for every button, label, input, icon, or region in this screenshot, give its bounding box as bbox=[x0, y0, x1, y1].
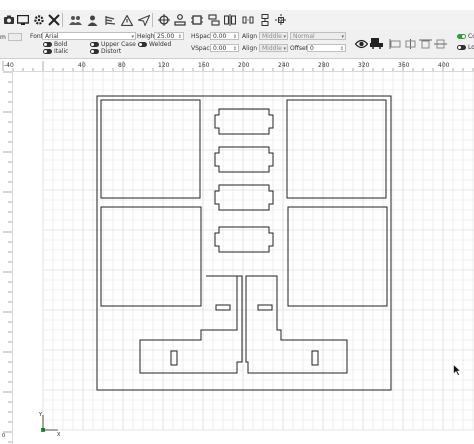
ruler-label: 0 bbox=[2, 433, 5, 439]
chevron-down-icon: ▾ bbox=[283, 46, 286, 52]
spinner-icon: ⇕ bbox=[232, 34, 237, 40]
vertical-ruler: 0 bbox=[0, 71, 13, 444]
vertical-ruler-ticks: 0 bbox=[2, 71, 12, 443]
offset-value: 0 bbox=[310, 45, 314, 52]
tab-slot-4 bbox=[214, 226, 274, 253]
hspace-value: 0.00 bbox=[213, 33, 227, 40]
uppercase-toggle[interactable] bbox=[90, 42, 99, 47]
main-toolbar bbox=[0, 10, 474, 31]
alignx-select[interactable]: Middle ▾ bbox=[259, 32, 288, 40]
tab-slot-3 bbox=[214, 184, 274, 211]
distort-toggle[interactable] bbox=[90, 49, 99, 54]
font-select[interactable]: Arial ▾ bbox=[42, 32, 136, 40]
partial-label: m bbox=[0, 34, 6, 41]
chevron-down-icon: ▾ bbox=[283, 34, 286, 40]
italic-label: Italic bbox=[54, 48, 69, 55]
offset-label: Offset bbox=[290, 45, 309, 52]
ruler-label: 120 bbox=[158, 62, 170, 69]
partial-toggle-1[interactable] bbox=[457, 34, 466, 39]
partial-toggle-2[interactable] bbox=[457, 45, 466, 50]
design-canvas[interactable]: Y X bbox=[13, 72, 474, 444]
spinner-icon: ⇕ bbox=[339, 46, 344, 52]
ruler-label: 240 bbox=[278, 62, 290, 69]
ruler-label: 200 bbox=[238, 62, 250, 69]
welded-toggle[interactable] bbox=[138, 42, 147, 47]
ruler-label: 40 bbox=[78, 62, 86, 69]
eye-icon[interactable] bbox=[354, 37, 368, 51]
panel-mid-left bbox=[100, 206, 202, 307]
welded-label: Welded bbox=[149, 41, 172, 48]
chevron-down-icon: ▾ bbox=[131, 34, 134, 40]
partial-label-lo: Lo bbox=[468, 44, 474, 51]
alignx-value: Middle bbox=[262, 33, 282, 40]
partial-dropdown[interactable] bbox=[8, 33, 22, 41]
mirror-icon[interactable] bbox=[221, 11, 239, 29]
origin-marker bbox=[41, 415, 58, 432]
network-icon[interactable] bbox=[171, 11, 189, 29]
ruler-label: 400 bbox=[438, 62, 450, 69]
text-mode-value: Normal bbox=[293, 33, 315, 40]
partial-label-co: Co bbox=[468, 33, 474, 40]
italic-toggle[interactable] bbox=[43, 49, 52, 54]
warning-icon[interactable] bbox=[118, 11, 136, 29]
horizontal-ruler-ticks: -40 40 80 120 160 200 240 280 320 360 400 bbox=[2, 61, 474, 71]
ruler-label: 280 bbox=[318, 62, 330, 69]
vspace-value: 0.00 bbox=[213, 45, 227, 52]
send-icon[interactable] bbox=[135, 11, 153, 29]
stand-right bbox=[245, 275, 348, 374]
text-options-bar: m Font Arial ▾ Height 25.00 ⇕ Bold Itali… bbox=[0, 30, 474, 59]
align-top-icon[interactable] bbox=[418, 37, 432, 51]
user-icon[interactable] bbox=[83, 11, 101, 29]
vspace-input[interactable]: 0.00 ⇕ bbox=[210, 44, 239, 52]
align-icon[interactable] bbox=[101, 11, 119, 29]
distort-label: Distort bbox=[101, 48, 122, 55]
panel-top-right bbox=[286, 99, 387, 199]
panel-top-left bbox=[100, 99, 201, 199]
spinner-icon: ⇕ bbox=[177, 34, 182, 40]
tab-slot-2 bbox=[214, 146, 274, 173]
height-input[interactable]: 25.00 ⇕ bbox=[154, 32, 184, 40]
toolbar-separator bbox=[152, 13, 153, 27]
spinner-icon: ⇕ bbox=[232, 46, 237, 52]
users-icon[interactable] bbox=[66, 11, 84, 29]
slot-right-small bbox=[257, 304, 273, 311]
font-value: Arial bbox=[45, 33, 59, 40]
align-left-icon[interactable] bbox=[388, 37, 402, 51]
car-icon[interactable] bbox=[369, 36, 383, 50]
ruler-label: 80 bbox=[118, 62, 126, 69]
ruler-label: 160 bbox=[198, 62, 210, 69]
stand-left bbox=[139, 275, 243, 374]
mouse-cursor-icon bbox=[453, 364, 461, 376]
tools-icon[interactable] bbox=[45, 11, 63, 29]
aligny-value: Middle bbox=[262, 45, 282, 52]
ruler-label: 320 bbox=[358, 62, 370, 69]
window-top-strip bbox=[0, 0, 474, 10]
toolbar-separator bbox=[62, 13, 63, 27]
ruler-label: 360 bbox=[398, 62, 410, 69]
horizontal-ruler: -40 40 80 120 160 200 240 280 320 360 400 bbox=[0, 59, 474, 72]
distribute-icon[interactable] bbox=[239, 11, 257, 29]
grid-lines bbox=[42, 72, 474, 431]
chevron-down-icon: ▾ bbox=[341, 34, 344, 40]
frame-icon[interactable] bbox=[188, 11, 206, 29]
align-middle-icon[interactable] bbox=[433, 37, 447, 51]
slot-left-vertical bbox=[170, 350, 178, 366]
x-axis-label: X bbox=[57, 432, 61, 438]
offset-input[interactable]: 0 ⇕ bbox=[307, 44, 346, 52]
bold-toggle[interactable] bbox=[43, 42, 52, 47]
text-mode-select[interactable]: Normal ▾ bbox=[290, 32, 346, 40]
aligny-select[interactable]: Middle ▾ bbox=[259, 44, 288, 52]
ruler-label: -40 bbox=[4, 62, 14, 69]
height-value: 25.00 bbox=[157, 33, 175, 40]
y-axis-label: Y bbox=[39, 412, 43, 418]
hspace-input[interactable]: 0.00 ⇕ bbox=[210, 32, 239, 40]
workspace-svg[interactable] bbox=[13, 72, 474, 444]
align-center-icon[interactable] bbox=[403, 37, 417, 51]
center-icon[interactable] bbox=[272, 11, 290, 29]
